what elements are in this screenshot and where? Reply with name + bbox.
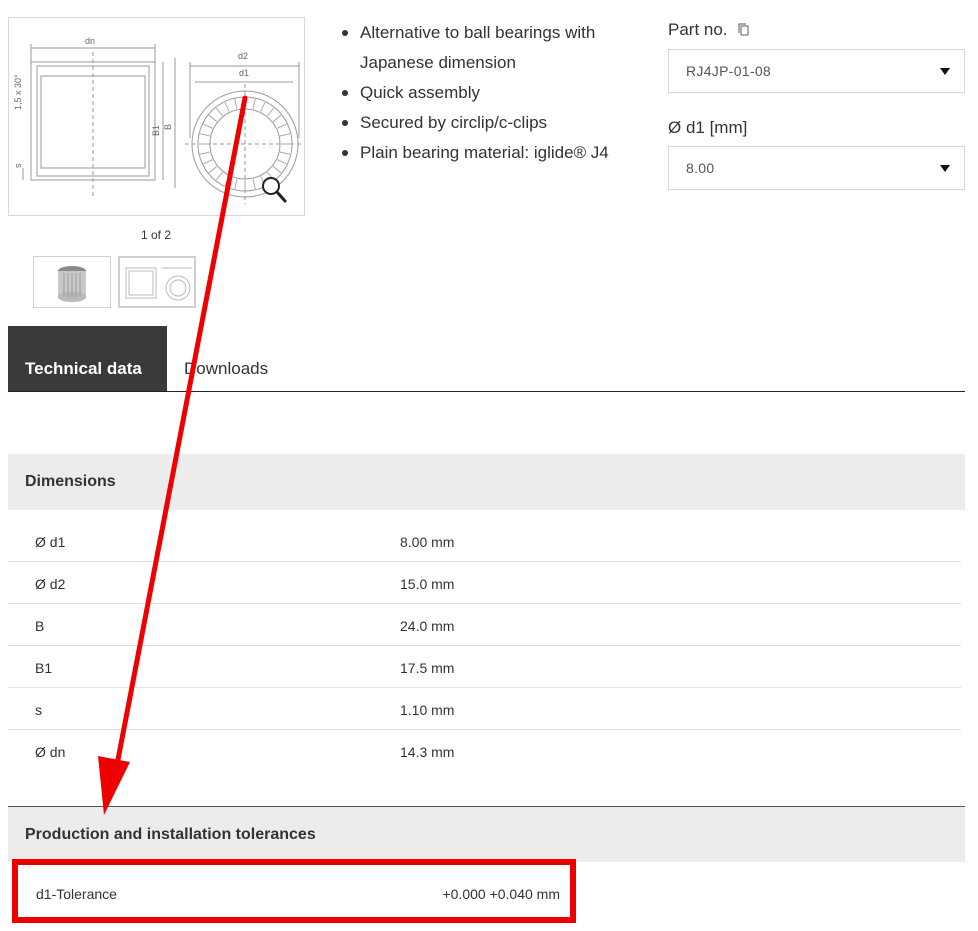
tab-divider (8, 391, 965, 392)
chevron-down-icon (940, 165, 950, 172)
table-row: Ø d1 8.00 mm (8, 520, 961, 562)
row-value: 15.0 mm (400, 576, 455, 592)
feature-item: Plain bearing material: iglide® J4 (340, 138, 640, 168)
tolerances-header: Production and installation tolerances (8, 806, 965, 862)
product-main-image[interactable]: dn d2 d1 1,5 x 30° B1 B s (8, 17, 305, 216)
d1-value: 8.00 (686, 160, 715, 176)
table-row: B 24.0 mm (8, 604, 961, 646)
thumbnail-technical-drawing[interactable] (118, 256, 196, 308)
drawing-label-s: s (13, 163, 23, 168)
row-key: Ø d2 (35, 576, 66, 592)
feature-item: Secured by circlip/c-clips (340, 108, 640, 138)
row-key: B1 (35, 660, 53, 676)
drawing-label-b: B (163, 124, 173, 130)
dimensions-header: Dimensions (8, 454, 965, 510)
table-row: Ø dn 14.3 mm (8, 730, 961, 772)
row-value: 8.00 mm (400, 534, 455, 550)
drawing-label-dn: dn (85, 36, 95, 46)
row-key: B (35, 618, 45, 634)
chevron-down-icon (940, 68, 950, 75)
row-key: s (35, 702, 42, 718)
tab-downloads[interactable]: Downloads (184, 359, 268, 379)
drawing-label-b1: B1 (151, 125, 161, 136)
part-no-select[interactable]: RJ4JP-01-08 (668, 49, 965, 93)
row-value: 24.0 mm (400, 618, 455, 634)
feature-item: Alternative to ball bearings with Japane… (340, 18, 640, 78)
part-no-value: RJ4JP-01-08 (686, 63, 772, 79)
d1-select[interactable]: 8.00 (668, 146, 965, 190)
part-no-label: Part no. (668, 20, 728, 39)
row-value: 1.10 mm (400, 702, 455, 718)
part-no-label-wrap: Part no. (668, 20, 749, 41)
tolerance-key: d1-Tolerance (36, 886, 117, 902)
dimensions-table: Ø d1 8.00 mm Ø d2 15.0 mm B 24.0 mm B1 1… (8, 520, 961, 772)
d1-label: Ø d1 [mm] (668, 118, 748, 137)
feature-list: Alternative to ball bearings with Japane… (340, 18, 640, 168)
table-row: B1 17.5 mm (8, 646, 961, 688)
row-value: 14.3 mm (400, 744, 455, 760)
tab-technical-data[interactable]: Technical data (8, 326, 167, 392)
row-value: 17.5 mm (400, 660, 455, 676)
row-key: Ø d1 (35, 534, 66, 550)
drawing-label-chamfer: 1,5 x 30° (13, 74, 23, 110)
drawing-label-d1: d1 (239, 68, 249, 78)
drawing-label-d2: d2 (238, 51, 248, 61)
table-row: Ø d2 15.0 mm (8, 562, 961, 604)
zoom-icon[interactable] (262, 177, 287, 203)
gallery-counter: 1 of 2 (140, 228, 172, 242)
tolerance-value: +0.000 +0.040 mm (442, 886, 560, 902)
table-row: s 1.10 mm (8, 688, 961, 730)
row-key: Ø dn (35, 744, 66, 760)
feature-item: Quick assembly (340, 78, 640, 108)
tolerance-row-highlight: d1-Tolerance +0.000 +0.040 mm (12, 859, 576, 923)
thumbnail-product-photo[interactable] (33, 256, 111, 308)
copy-icon[interactable] (738, 21, 749, 41)
